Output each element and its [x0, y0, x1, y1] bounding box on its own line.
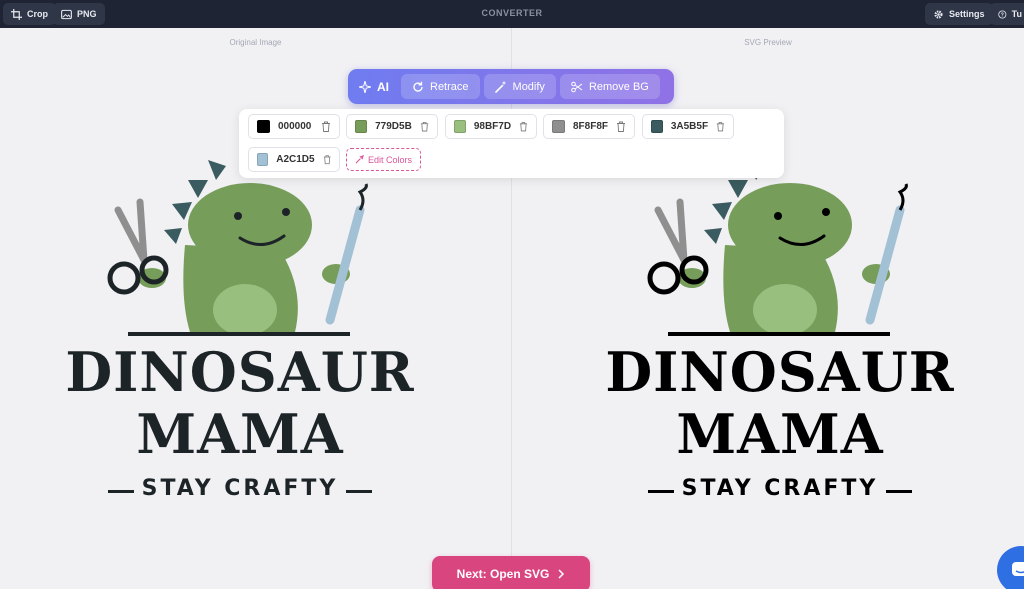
svg-preview-logo: DINOSAUR MAMA STAY CRAFTY — [600, 150, 960, 510]
ai-label: AI — [377, 79, 389, 94]
ai-button[interactable]: AI — [353, 74, 397, 99]
dinosaur-illustration — [107, 160, 368, 336]
image-icon — [61, 9, 72, 19]
edit-colors-label: Edit Colors — [367, 154, 412, 165]
scissors-icon — [571, 81, 583, 92]
trash-icon[interactable] — [616, 121, 626, 132]
trash-icon[interactable] — [716, 121, 725, 132]
svg-logo-rule-right — [886, 490, 912, 493]
settings-label: Settings — [949, 9, 985, 19]
top-bar: Crop PNG CONVERTER Settings ? Tu — [0, 0, 1024, 28]
trash-icon[interactable] — [519, 121, 528, 132]
logo-rule-right — [346, 490, 372, 493]
color-chip[interactable]: 8F8F8F — [543, 114, 635, 139]
color-chip[interactable]: 3A5B5F — [642, 114, 734, 139]
color-hex: A2C1D5 — [276, 154, 315, 165]
page-title: CONVERTER — [481, 8, 543, 18]
svg-logo-line-dinosaur: DINOSAUR — [605, 340, 955, 404]
settings-button[interactable]: Settings — [925, 3, 993, 25]
remove-bg-button[interactable]: Remove BG — [559, 74, 660, 99]
trash-icon[interactable] — [323, 154, 331, 165]
next-open-svg-label: Next: Open SVG — [456, 567, 550, 581]
vector-toolbar: AI Retrace Modify Remove BG — [348, 69, 674, 104]
logo-line-dinosaur: DINOSAUR — [65, 340, 415, 404]
color-swatch — [651, 120, 663, 133]
crop-label: Crop — [27, 9, 48, 19]
color-swatch — [454, 120, 466, 133]
svg-preview-label: SVG Preview — [744, 38, 792, 47]
sparkle-icon — [359, 80, 371, 93]
color-hex: 8F8F8F — [572, 121, 608, 132]
help-icon: ? — [998, 9, 1007, 19]
chat-icon — [1012, 562, 1024, 576]
color-chip[interactable]: 98BF7D — [445, 114, 537, 139]
color-chip[interactable]: A2C1D5 — [248, 147, 340, 172]
remove-bg-label: Remove BG — [588, 80, 649, 93]
svg-logo-line-stay-crafty: STAY CRAFTY — [681, 476, 879, 501]
png-button[interactable]: PNG — [53, 3, 105, 25]
color-swatch — [257, 120, 270, 133]
trash-icon[interactable] — [420, 121, 429, 132]
color-chip[interactable]: 779D5B — [346, 114, 438, 139]
crop-button[interactable]: Crop — [3, 3, 56, 25]
retrace-label: Retrace — [430, 80, 469, 93]
edit-colors-button[interactable]: Edit Colors — [346, 148, 421, 171]
color-hex: 98BF7D — [473, 121, 512, 132]
gear-icon — [934, 9, 943, 19]
color-hex: 3A5B5F — [670, 121, 709, 132]
retrace-button[interactable]: Retrace — [401, 74, 480, 99]
eyedropper-icon — [355, 155, 364, 164]
crop-icon — [11, 8, 22, 20]
color-swatch — [257, 153, 269, 166]
svg-logo-line-mama: MAMA — [676, 402, 884, 466]
next-open-svg-button[interactable]: Next: Open SVG — [432, 556, 590, 589]
color-hex: 779D5B — [375, 121, 412, 132]
png-label: PNG — [77, 9, 97, 19]
svg-text:?: ? — [1001, 12, 1004, 18]
refresh-icon — [413, 81, 423, 92]
tutorial-label: Tu — [1011, 9, 1022, 19]
logo-line-mama: MAMA — [136, 402, 344, 466]
color-hex: 000000 — [278, 121, 312, 132]
dinosaur-illustration-svg — [647, 160, 908, 336]
original-logo: DINOSAUR MAMA STAY CRAFTY — [60, 150, 420, 510]
tutorial-button[interactable]: ? Tu — [990, 3, 1024, 25]
modify-label: Modify — [512, 80, 545, 93]
logo-line-stay-crafty: STAY CRAFTY — [141, 476, 339, 501]
original-image-label: Original Image — [229, 38, 282, 47]
color-swatch — [355, 120, 368, 133]
modify-button[interactable]: Modify — [483, 74, 556, 99]
magic-wand-icon — [494, 81, 506, 93]
color-chip[interactable]: 000000 — [248, 114, 340, 139]
chevron-right-icon — [558, 569, 565, 579]
trash-icon[interactable] — [321, 121, 331, 132]
color-swatch — [552, 120, 565, 133]
